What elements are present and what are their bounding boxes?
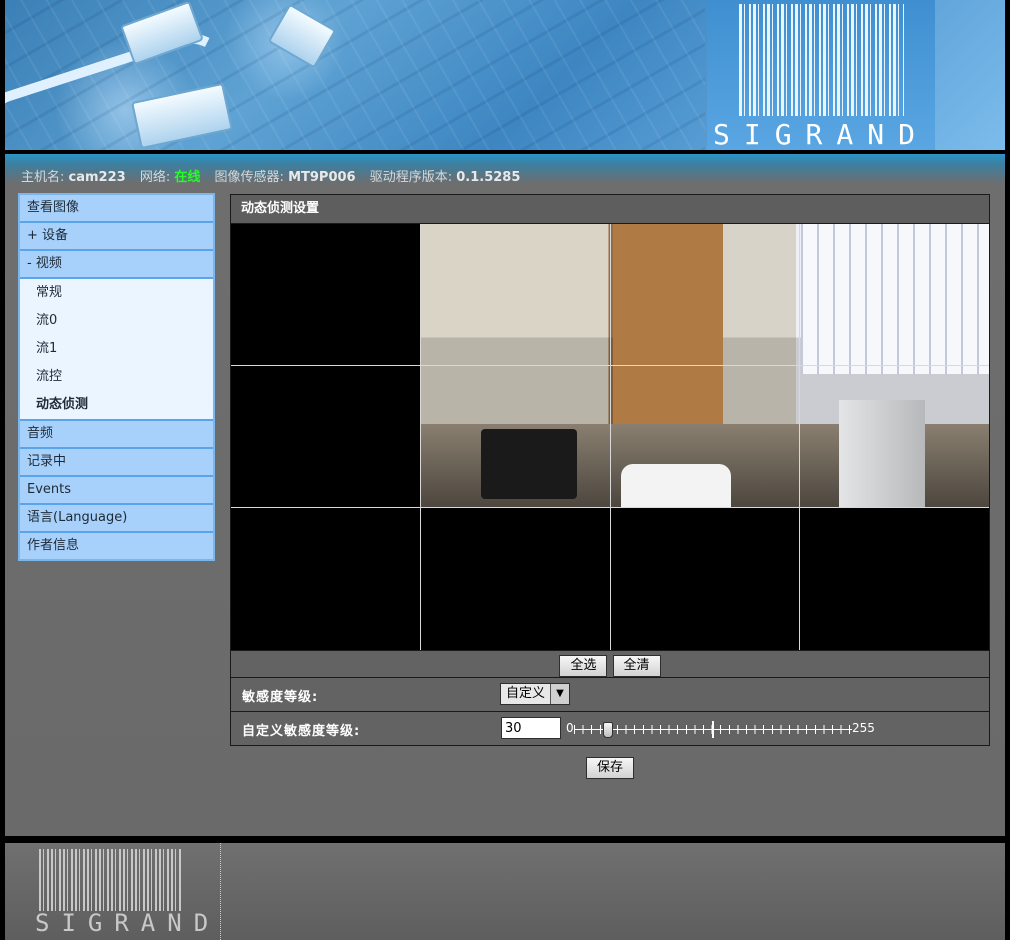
- network-label: 网络:: [139, 170, 171, 185]
- sidebar-item-audio[interactable]: 音频: [20, 421, 213, 449]
- sensitivity-select[interactable]: 自定义 ▼: [500, 683, 570, 705]
- driver-label: 驱动程序版本:: [369, 170, 453, 185]
- slider-min-label: 0: [566, 721, 574, 735]
- zone-cell[interactable]: [610, 224, 800, 366]
- barcode-icon: [39, 849, 181, 911]
- zone-cell[interactable]: [231, 366, 421, 508]
- sidebar-subitem-general[interactable]: 常规: [20, 279, 213, 307]
- grid-line: [799, 224, 800, 650]
- custom-sensitivity-input[interactable]: [501, 717, 561, 739]
- sidebar-menu: 查看图像 + 设备 - 视频 常规 流0 流1 流控 动态侦测 音频 记录中 E…: [18, 193, 215, 561]
- grid-button-row: 全选 全清: [231, 650, 989, 678]
- sidebar-item-device[interactable]: + 设备: [20, 223, 213, 251]
- custom-sensitivity-row: 自定义敏感度等级: 0 255: [231, 712, 989, 745]
- footer: SIGRAND: [5, 843, 1005, 940]
- sensitivity-label: 敏感度等级:: [242, 690, 319, 705]
- slider-max-label: 255: [852, 721, 875, 735]
- sidebar-subitem-flow-control[interactable]: 流控: [20, 363, 213, 391]
- network-status: 在线: [174, 170, 201, 185]
- select-all-button[interactable]: 全选: [559, 655, 608, 677]
- footer-divider: [220, 843, 221, 940]
- main-frame: 主机名: cam223 网络: 在线 图像传感器: MT9P006 驱动程序版本…: [5, 154, 1005, 836]
- sidebar-item-video[interactable]: - 视频: [20, 251, 213, 279]
- circuit-board-image: [5, 0, 705, 150]
- hostname-label: 主机名:: [21, 170, 65, 185]
- zone-cell[interactable]: [421, 508, 610, 650]
- zone-cell[interactable]: [610, 366, 800, 508]
- zone-cell[interactable]: [800, 366, 989, 508]
- zone-cell[interactable]: [421, 224, 610, 366]
- driver-version: 0.1.5285: [456, 170, 521, 185]
- sidebar-subitem-stream0[interactable]: 流0: [20, 307, 213, 335]
- brand-logo-text: SIGRAND: [712, 118, 929, 150]
- grid-line: [231, 507, 989, 508]
- sensitivity-select-value: 自定义: [506, 686, 546, 701]
- hostname-value: cam223: [68, 170, 126, 185]
- panel-title: 动态侦测设置: [231, 195, 989, 224]
- sidebar-item-recording[interactable]: 记录中: [20, 449, 213, 477]
- slider-thumb[interactable]: [602, 722, 613, 738]
- sensor-value: MT9P006: [288, 170, 356, 185]
- sidebar-item-events[interactable]: Events: [20, 477, 213, 505]
- device-info-bar: 主机名: cam223 网络: 在线 图像传感器: MT9P006 驱动程序版本…: [21, 166, 520, 185]
- sidebar-subitem-motion-detection[interactable]: 动态侦测: [20, 391, 213, 419]
- barcode-icon: [739, 4, 904, 116]
- zone-cell[interactable]: [800, 224, 989, 366]
- slider-mid-marker: [712, 721, 714, 738]
- save-button[interactable]: 保存: [585, 757, 634, 779]
- zone-cell[interactable]: [231, 508, 421, 650]
- sensitivity-row: 敏感度等级: 自定义 ▼: [231, 678, 989, 712]
- grid-line: [610, 224, 611, 650]
- sensor-label: 图像传感器:: [214, 170, 284, 185]
- motion-zone-grid: [231, 224, 989, 650]
- sidebar-item-view-image[interactable]: 查看图像: [20, 195, 213, 223]
- sensitivity-slider[interactable]: 0 255: [566, 721, 878, 739]
- custom-sensitivity-label: 自定义敏感度等级:: [242, 724, 361, 739]
- motion-detection-panel: 动态侦测设置 全选 全清 敏感度等级: 自定义 ▼ 自定义敏感度等级: 30 0…: [230, 194, 990, 746]
- grid-line: [231, 365, 989, 366]
- zone-cell[interactable]: [421, 366, 610, 508]
- sidebar-subitem-stream1[interactable]: 流1: [20, 335, 213, 363]
- video-submenu: 常规 流0 流1 流控 动态侦测: [20, 279, 213, 421]
- zone-cell[interactable]: [800, 508, 989, 650]
- zone-cell[interactable]: [610, 508, 800, 650]
- save-area: 保存: [230, 756, 990, 779]
- rj45-plug-image: [267, 3, 337, 69]
- footer-logo-text: SIGRAND: [35, 909, 221, 937]
- grid-line: [420, 224, 421, 650]
- sidebar-item-author[interactable]: 作者信息: [20, 533, 213, 559]
- header-banner: SIGRAND: [5, 0, 1005, 150]
- chevron-down-icon[interactable]: ▼: [550, 684, 569, 704]
- zone-cell[interactable]: [231, 224, 421, 366]
- clear-all-button[interactable]: 全清: [612, 655, 661, 677]
- brand-logo: SIGRAND: [707, 0, 935, 150]
- sidebar-item-language[interactable]: 语言(Language): [20, 505, 213, 533]
